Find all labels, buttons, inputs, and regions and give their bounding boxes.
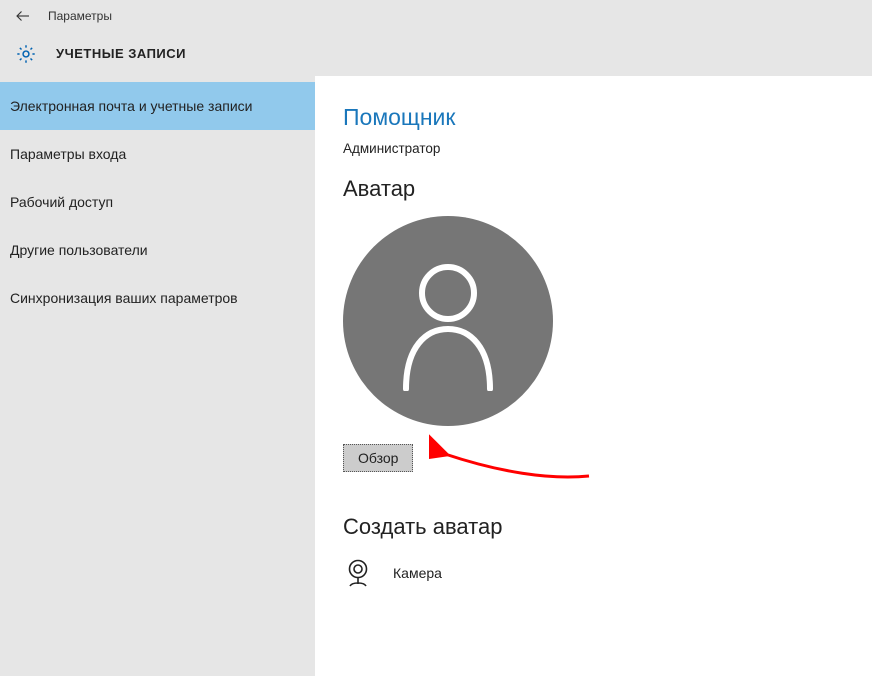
- camera-icon: [343, 558, 373, 588]
- browse-button-label: Обзор: [358, 450, 398, 466]
- window-title: Параметры: [48, 9, 112, 23]
- avatar-placeholder-icon: [343, 216, 553, 426]
- page-title: УЧЕТНЫЕ ЗАПИСИ: [56, 46, 186, 61]
- camera-option[interactable]: Камера: [343, 558, 844, 588]
- sidebar-item-signin-options[interactable]: Параметры входа: [0, 130, 315, 178]
- gear-icon: [12, 40, 40, 68]
- avatar: [343, 216, 553, 426]
- back-button[interactable]: [6, 0, 40, 32]
- sidebar-item-label: Другие пользователи: [10, 242, 148, 258]
- titlebar: Параметры: [0, 0, 872, 32]
- sidebar-item-label: Электронная почта и учетные записи: [10, 98, 252, 114]
- annotation-arrow-icon: [429, 432, 599, 492]
- avatar-section-title: Аватар: [343, 176, 844, 202]
- sidebar: Электронная почта и учетные записи Парам…: [0, 76, 315, 676]
- sidebar-item-label: Синхронизация ваших параметров: [10, 290, 238, 306]
- account-role: Администратор: [343, 141, 844, 156]
- browse-button[interactable]: Обзор: [343, 444, 413, 472]
- sidebar-item-sync-settings[interactable]: Синхронизация ваших параметров: [0, 274, 315, 322]
- account-name: Помощник: [343, 104, 844, 131]
- camera-label: Камера: [393, 565, 442, 581]
- sidebar-item-work-access[interactable]: Рабочий доступ: [0, 178, 315, 226]
- sidebar-item-label: Рабочий доступ: [10, 194, 113, 210]
- sidebar-item-label: Параметры входа: [10, 146, 126, 162]
- page-header: УЧЕТНЫЕ ЗАПИСИ: [0, 32, 872, 76]
- sidebar-item-other-users[interactable]: Другие пользователи: [0, 226, 315, 274]
- create-avatar-section-title: Создать аватар: [343, 514, 844, 540]
- sidebar-item-email-accounts[interactable]: Электронная почта и учетные записи: [0, 82, 315, 130]
- arrow-left-icon: [14, 7, 32, 25]
- content-pane: Помощник Администратор Аватар Обзор: [315, 76, 872, 676]
